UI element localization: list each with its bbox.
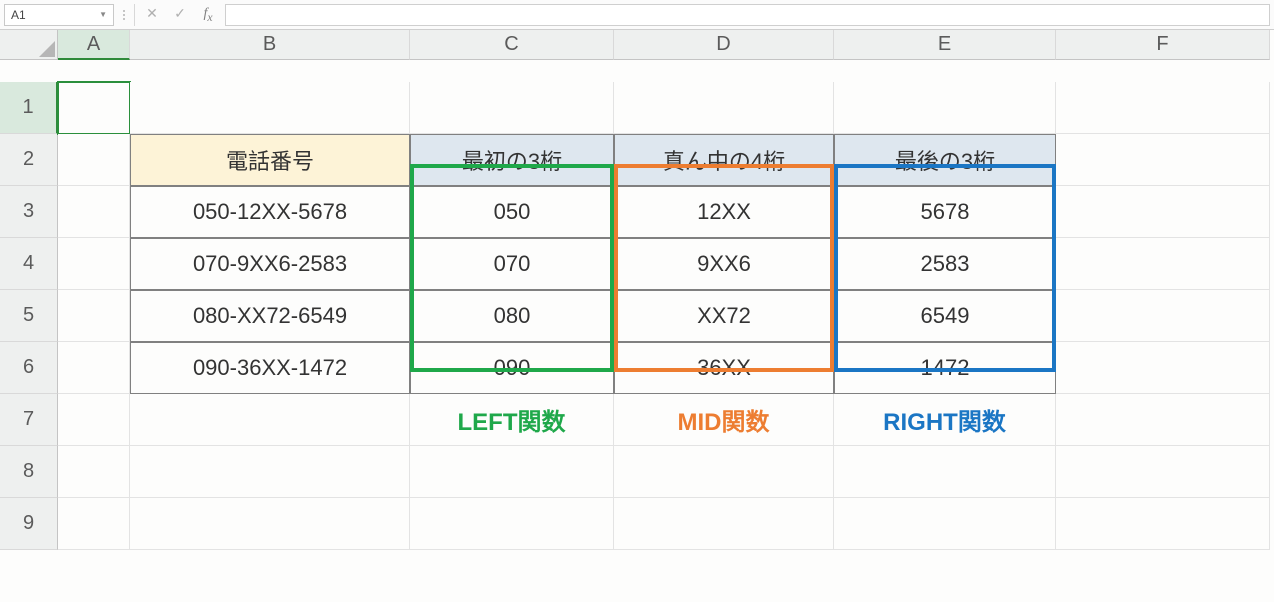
cell-d3[interactable]: 12XX: [614, 186, 834, 238]
cell-a4[interactable]: [58, 238, 130, 290]
cell-a7[interactable]: [58, 394, 130, 446]
cell-a6[interactable]: [58, 342, 130, 394]
cell-f3[interactable]: [1056, 186, 1270, 238]
cell-b5[interactable]: 080-XX72-6549: [130, 290, 410, 342]
row-header-2[interactable]: 2: [0, 134, 58, 186]
right-function-label: RIGHT関数: [883, 402, 1006, 437]
cell-b6[interactable]: 090-36XX-1472: [130, 342, 410, 394]
cell-f9[interactable]: [1056, 498, 1270, 550]
cell-d8[interactable]: [614, 446, 834, 498]
divider: [134, 4, 135, 26]
cell-d1[interactable]: [614, 82, 834, 134]
fx-icon[interactable]: fx: [197, 6, 219, 24]
row-header-3[interactable]: 3: [0, 186, 58, 238]
cell-e2[interactable]: 最後の3桁: [834, 134, 1056, 186]
left-function-label: LEFT関数: [458, 402, 566, 437]
column-header-e[interactable]: E: [834, 30, 1056, 60]
column-header-f[interactable]: F: [1056, 30, 1270, 60]
row-header-9[interactable]: 9: [0, 498, 58, 550]
cell-c9[interactable]: [410, 498, 614, 550]
cell-a9[interactable]: [58, 498, 130, 550]
cell-e3[interactable]: 5678: [834, 186, 1056, 238]
cell-f1[interactable]: [1056, 82, 1270, 134]
column-header-b[interactable]: B: [130, 30, 410, 60]
cell-e6[interactable]: 1472: [834, 342, 1056, 394]
cell-c5[interactable]: 080: [410, 290, 614, 342]
cell-d6[interactable]: 36XX: [614, 342, 834, 394]
row-header-5[interactable]: 5: [0, 290, 58, 342]
cell-d9[interactable]: [614, 498, 834, 550]
cell-b3[interactable]: 050-12XX-5678: [130, 186, 410, 238]
cell-f5[interactable]: [1056, 290, 1270, 342]
cell-reference: A1: [11, 8, 26, 22]
cell-e4[interactable]: 2583: [834, 238, 1056, 290]
cell-a5[interactable]: [58, 290, 130, 342]
cell-b2[interactable]: 電話番号: [130, 134, 410, 186]
cell-c7[interactable]: LEFT関数: [410, 394, 614, 446]
cell-d2[interactable]: 真ん中の4桁: [614, 134, 834, 186]
cell-a1[interactable]: [58, 82, 130, 134]
cell-d4[interactable]: 9XX6: [614, 238, 834, 290]
cancel-icon[interactable]: ✕: [141, 6, 163, 23]
name-box-dropdown-icon[interactable]: ▼: [99, 10, 107, 19]
cell-a8[interactable]: [58, 446, 130, 498]
cell-e7[interactable]: RIGHT関数: [834, 394, 1056, 446]
cell-e9[interactable]: [834, 498, 1056, 550]
cell-b7[interactable]: [130, 394, 410, 446]
spreadsheet-grid[interactable]: A B C D E F 1 2 電話番号 最初の3桁 真ん中の4桁 最後の3桁 …: [0, 30, 1274, 550]
name-box[interactable]: A1 ▼: [4, 4, 114, 26]
row-header-1[interactable]: 1: [0, 82, 58, 134]
cell-c3[interactable]: 050: [410, 186, 614, 238]
cell-b1[interactable]: [130, 82, 410, 134]
row-header-4[interactable]: 4: [0, 238, 58, 290]
formula-bar: A1 ▼ ✕ ✓ fx: [0, 0, 1274, 30]
formula-input[interactable]: [225, 4, 1270, 26]
cell-b9[interactable]: [130, 498, 410, 550]
cell-d7[interactable]: MID関数: [614, 394, 834, 446]
formula-bar-grip-icon: [120, 4, 128, 26]
cell-f4[interactable]: [1056, 238, 1270, 290]
row-header-6[interactable]: 6: [0, 342, 58, 394]
cell-c1[interactable]: [410, 82, 614, 134]
mid-function-label: MID関数: [678, 402, 770, 437]
confirm-icon[interactable]: ✓: [169, 6, 191, 23]
cell-c2[interactable]: 最初の3桁: [410, 134, 614, 186]
cell-a2[interactable]: [58, 134, 130, 186]
cell-e5[interactable]: 6549: [834, 290, 1056, 342]
cell-f7[interactable]: [1056, 394, 1270, 446]
cell-c8[interactable]: [410, 446, 614, 498]
column-header-d[interactable]: D: [614, 30, 834, 60]
cell-c4[interactable]: 070: [410, 238, 614, 290]
cell-b8[interactable]: [130, 446, 410, 498]
column-header-a[interactable]: A: [58, 30, 130, 60]
cell-a3[interactable]: [58, 186, 130, 238]
cell-e8[interactable]: [834, 446, 1056, 498]
cell-b4[interactable]: 070-9XX6-2583: [130, 238, 410, 290]
cell-f6[interactable]: [1056, 342, 1270, 394]
select-all-corner[interactable]: [0, 30, 58, 60]
column-header-c[interactable]: C: [410, 30, 614, 60]
row-header-8[interactable]: 8: [0, 446, 58, 498]
cell-c6[interactable]: 090: [410, 342, 614, 394]
row-header-7[interactable]: 7: [0, 394, 58, 446]
cell-f8[interactable]: [1056, 446, 1270, 498]
cell-d5[interactable]: XX72: [614, 290, 834, 342]
cell-f2[interactable]: [1056, 134, 1270, 186]
cell-e1[interactable]: [834, 82, 1056, 134]
